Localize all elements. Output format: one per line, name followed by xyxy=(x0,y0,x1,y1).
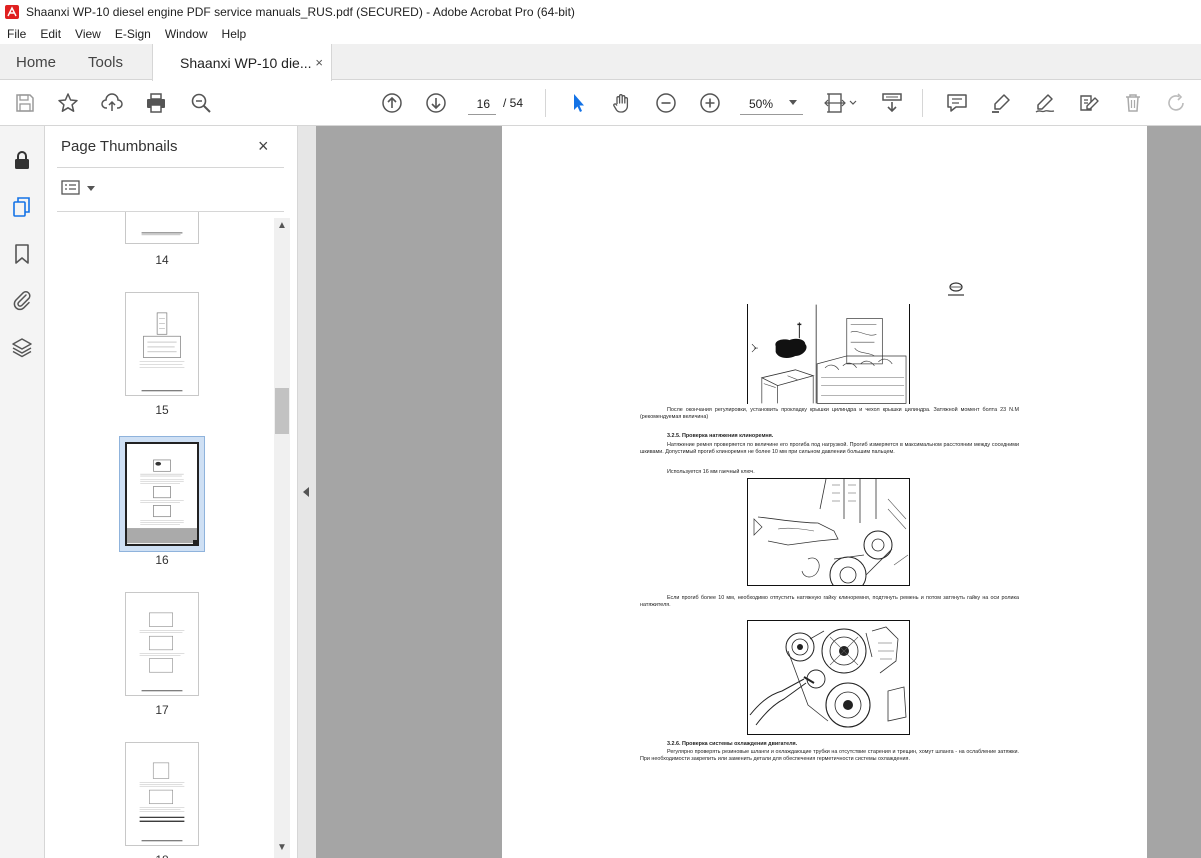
pdf-page: После окончания регулировки, установить … xyxy=(502,126,1147,858)
zoom-select[interactable]: 50% xyxy=(740,93,803,115)
menu-window[interactable]: Window xyxy=(158,27,215,41)
scroll-mode-icon[interactable] xyxy=(879,90,905,116)
comment-icon[interactable] xyxy=(944,90,970,116)
tab-document[interactable]: Shaanxi WP-10 die... × xyxy=(152,44,332,81)
thumbnail-page[interactable] xyxy=(125,212,199,244)
thumbnail-page-selected[interactable] xyxy=(125,442,199,546)
document-paragraph: Натяжение ремня проверяется по величине … xyxy=(640,442,1019,456)
zoom-value: 50% xyxy=(749,96,774,111)
attachment-icon[interactable] xyxy=(10,288,34,312)
panel-collapse-handle[interactable] xyxy=(298,126,316,858)
manufacturer-logo xyxy=(948,282,964,296)
document-paragraph: Используется 16 мм гаечный ключ. xyxy=(667,469,755,475)
document-caption: Если прогиб более 10 мм, необходимо отпу… xyxy=(640,595,1019,609)
upload-icon[interactable] xyxy=(99,90,125,116)
figure-belt-tension xyxy=(747,478,910,594)
thumbnail-options-button[interactable] xyxy=(61,180,95,196)
layers-icon[interactable] xyxy=(10,335,34,359)
sign-icon[interactable] xyxy=(1032,90,1058,116)
thumbnail-label: 15 xyxy=(155,403,169,417)
delete-icon[interactable] xyxy=(1120,90,1146,116)
chevron-down-icon xyxy=(87,185,95,191)
title-bar: Shaanxi WP-10 diesel engine PDF service … xyxy=(0,0,1201,23)
thumbnail-label: 16 xyxy=(155,553,169,567)
panel-title: Page Thumbnails xyxy=(61,138,178,155)
menu-help[interactable]: Help xyxy=(215,27,254,41)
thumbnail-page[interactable] xyxy=(125,742,199,846)
acrobat-app-icon xyxy=(5,4,19,19)
tab-home[interactable]: Home xyxy=(16,44,56,80)
page-number-input[interactable] xyxy=(468,93,496,115)
panel-close-icon[interactable]: × xyxy=(258,136,269,157)
tab-tools[interactable]: Tools xyxy=(88,44,123,80)
list-options-icon xyxy=(61,180,80,195)
thumbnail-page[interactable] xyxy=(125,592,199,696)
menu-bar: File Edit View E-Sign Window Help xyxy=(0,23,1201,44)
tab-bar: Home Tools Shaanxi WP-10 die... × xyxy=(0,44,1201,81)
menu-view[interactable]: View xyxy=(68,27,108,41)
figure-valve-adjustment xyxy=(747,304,910,404)
scrollbar-thumb[interactable] xyxy=(275,388,289,434)
highlight-icon[interactable] xyxy=(988,90,1014,116)
page-down-icon[interactable] xyxy=(423,90,449,116)
scroll-down-icon[interactable]: ▼ xyxy=(274,842,290,856)
tab-document-label: Shaanxi WP-10 die... xyxy=(180,54,312,71)
chevron-down-icon xyxy=(789,100,797,105)
figure-tensioner-adjustment xyxy=(747,620,910,735)
lock-icon[interactable] xyxy=(10,148,34,172)
zoom-out-icon[interactable] xyxy=(653,90,679,116)
tab-close-icon[interactable]: × xyxy=(315,55,323,70)
thumbnail-list: 14 15 16 17 xyxy=(45,212,289,858)
zoom-in-icon[interactable] xyxy=(697,90,723,116)
zoom-search-icon[interactable] xyxy=(188,90,214,116)
page-total: / 54 xyxy=(503,96,524,110)
toolbar: / 54 50% xyxy=(0,81,1201,126)
document-heading: 3.2.6. Проверка системы охлаждения двига… xyxy=(667,741,798,747)
document-heading: 3.2.5. Проверка натяжения клиноремня. xyxy=(667,433,774,439)
panel-divider xyxy=(57,167,284,168)
star-icon[interactable] xyxy=(55,90,81,116)
thumbnail-page[interactable] xyxy=(125,292,199,396)
hand-icon[interactable] xyxy=(609,90,635,116)
edit-pdf-icon[interactable] xyxy=(1076,90,1102,116)
select-arrow-icon[interactable] xyxy=(565,90,591,116)
menu-file[interactable]: File xyxy=(0,27,33,41)
bookmark-icon[interactable] xyxy=(10,242,34,266)
document-caption: После окончания регулировки, установить … xyxy=(640,407,1019,421)
thumbnail-label: 18 xyxy=(125,853,199,858)
page-thumbnails-panel: Page Thumbnails × 14 15 16 17 ▲ ▼ xyxy=(45,126,298,858)
save-icon[interactable] xyxy=(12,90,38,116)
window-title: Shaanxi WP-10 diesel engine PDF service … xyxy=(26,4,575,19)
thumbnail-label: 17 xyxy=(155,703,169,717)
redo-icon[interactable] xyxy=(1164,90,1190,116)
page-thumbnails-icon[interactable] xyxy=(10,195,34,219)
left-rail xyxy=(0,126,45,858)
thumbnail-scrollbar[interactable] xyxy=(274,218,290,858)
page-up-icon[interactable] xyxy=(379,90,405,116)
thumbnail-label: 14 xyxy=(155,253,169,267)
menu-edit[interactable]: Edit xyxy=(33,27,68,41)
scroll-up-icon[interactable]: ▲ xyxy=(274,220,290,234)
document-paragraph: Регулярно проверять резиновые шланги и о… xyxy=(640,749,1019,763)
thumbnail-resize-handle[interactable] xyxy=(193,540,199,546)
toolbar-divider xyxy=(922,89,923,117)
menu-esign[interactable]: E-Sign xyxy=(108,27,158,41)
collapse-arrow-icon xyxy=(303,487,309,497)
document-area[interactable]: После окончания регулировки, установить … xyxy=(316,126,1201,858)
toolbar-divider xyxy=(545,89,546,117)
fit-page-icon[interactable] xyxy=(823,90,859,116)
print-icon[interactable] xyxy=(143,90,169,116)
